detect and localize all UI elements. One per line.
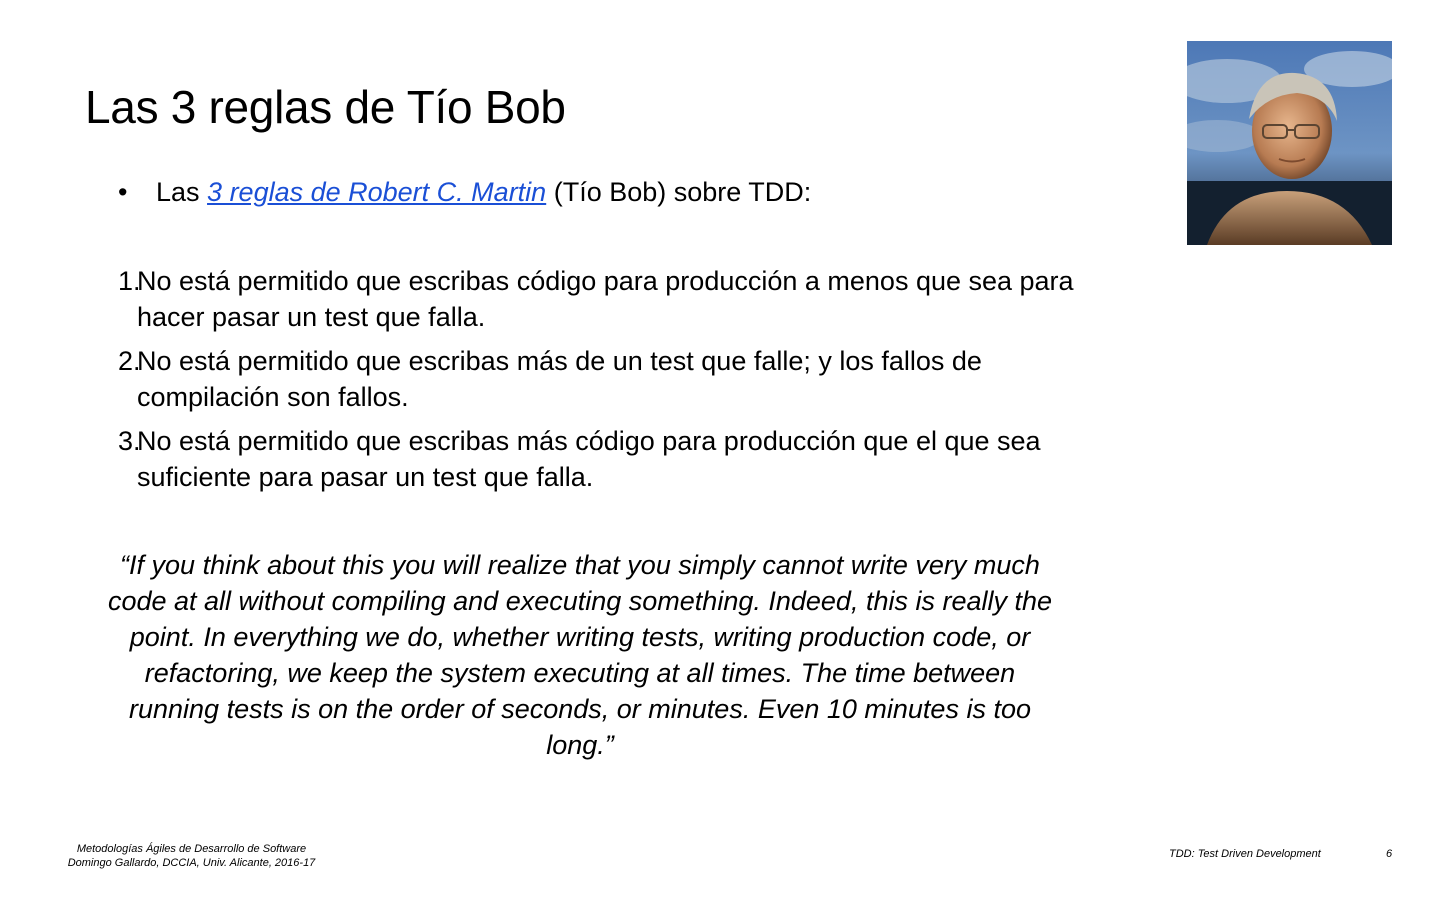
- robert-martin-rules-link[interactable]: 3 reglas de Robert C. Martin: [207, 177, 546, 207]
- rule-text: No está permitido que escribas más códig…: [137, 426, 1041, 492]
- rule-number: 1.: [118, 266, 141, 296]
- rule-number: 2.: [118, 346, 141, 376]
- intro-suffix: (Tío Bob) sobre TDD:: [546, 177, 812, 207]
- bullet-marker: •: [118, 177, 128, 207]
- rule-item: 3. No está permitido que escribas más có…: [118, 423, 1078, 495]
- rule-text: No está permitido que escribas código pa…: [137, 266, 1074, 332]
- portrait-photo: [1187, 41, 1392, 245]
- footer-course: Metodologías Ágiles de Desarrollo de Sof…: [76, 843, 307, 855]
- footer-author: Domingo Gallardo, DCCIA, Univ. Alicante,…: [67, 857, 316, 869]
- slide-title: Las 3 reglas de Tío Bob: [85, 81, 566, 133]
- rule-item: 1. No está permitido que escribas código…: [118, 263, 1078, 335]
- slide: Las 3 reglas de Tío Bob • Las 3 reglas de…: [0, 0, 1440, 900]
- footer-topic: TDD: Test Driven Development: [1169, 848, 1321, 860]
- rule-text: No está permitido que escribas más de un…: [137, 346, 982, 412]
- intro-bullet: • Las 3 reglas de Robert C. Martin (Tío B…: [118, 176, 811, 210]
- page-number: 6: [1386, 848, 1393, 860]
- portrait-photo-icon: [1187, 41, 1392, 245]
- martin-quote: “If you think about this you will realiz…: [107, 550, 1053, 760]
- intro-prefix: Las: [156, 177, 208, 207]
- rule-number: 3.: [118, 426, 141, 456]
- rule-item: 2. No está permitido que escribas más de…: [118, 343, 1078, 415]
- rules-list: 1. No está permitido que escribas código…: [118, 263, 1078, 503]
- footer-course-info: Metodologías Ágiles de Desarrollo de Sof…: [54, 842, 329, 870]
